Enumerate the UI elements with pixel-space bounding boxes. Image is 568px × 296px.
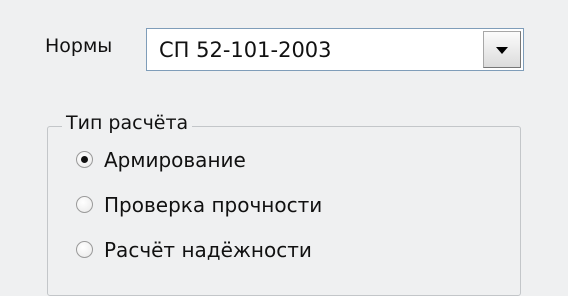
norms-selected-value: СП 52-101-2003	[159, 38, 332, 62]
chevron-down-icon[interactable]	[483, 31, 521, 68]
radio-label-strength-check[interactable]: Проверка прочности	[104, 192, 322, 218]
radio-button-strength-check[interactable]	[76, 196, 93, 213]
settings-panel: Нормы СП 52-101-2003 Тип расчёта Армиров…	[0, 0, 568, 296]
radio-label-reliability[interactable]: Расчёт надёжности	[104, 237, 312, 263]
radio-button-reinforcement[interactable]	[76, 151, 93, 168]
calc-type-group-title: Тип расчёта	[62, 111, 193, 135]
norms-label: Нормы	[45, 35, 113, 57]
radio-button-reliability[interactable]	[76, 241, 93, 258]
radio-label-reinforcement[interactable]: Армирование	[104, 147, 246, 173]
norms-dropdown[interactable]: СП 52-101-2003	[146, 28, 524, 71]
